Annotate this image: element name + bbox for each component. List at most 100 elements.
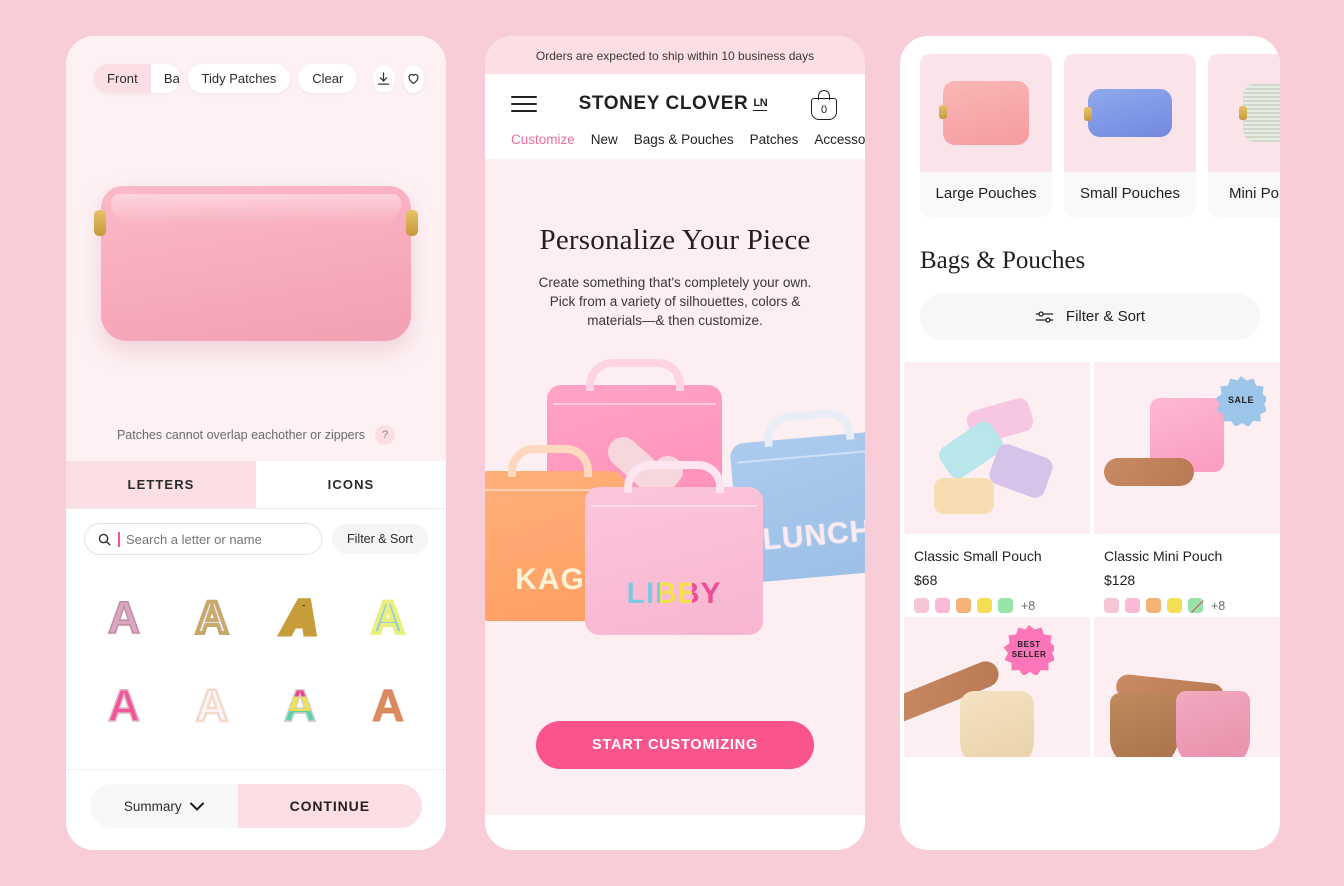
patch-item[interactable]: A [80,575,168,659]
search-box[interactable] [84,523,322,555]
customizer-phone: Front Back Tidy Patches Clear [66,36,446,850]
announcement-text: Orders are expected to ship within 10 bu… [535,49,815,63]
store-header: STONEY CLOVER LN 0 [485,74,865,130]
category-image [1208,54,1280,172]
view-front-button[interactable]: Front [94,64,151,93]
patch-letter: A [195,679,230,731]
color-swatch[interactable] [914,598,929,613]
more-colors-label[interactable]: +8 [1211,599,1225,613]
patch-filter-sort-button[interactable]: Filter & Sort [332,524,428,554]
category-card-small-pouches[interactable]: Small Pouches [1064,54,1196,217]
nav-item-new[interactable]: New [591,132,618,147]
patch-grid: A A A A A A A A [66,563,446,757]
start-customizing-button[interactable]: START CUSTOMIZING [535,721,815,769]
burger-line [511,96,537,99]
sliders-icon [1035,310,1054,323]
product-card[interactable]: SALE Classic Mini Pouch $128 +8 [1094,362,1280,613]
product-preview-area: Front Back Tidy Patches Clear [66,36,446,461]
catalog-phone: Large Pouches Small Pouches Mini Pouches… [900,36,1280,850]
category-label: Small Pouches [1079,185,1181,202]
nav-item-customize[interactable]: Customize [511,132,575,147]
pouch-illustration [934,478,994,514]
color-swatches: +8 [904,588,1090,613]
zipper-pull-right-icon [406,210,418,236]
overlap-warning-text: Patches cannot overlap eachother or zipp… [116,428,366,442]
bag-handle-icon [624,461,724,493]
pouch-illustration [986,441,1056,501]
color-swatch[interactable] [935,598,950,613]
patch-letter: A [371,679,405,731]
patch-letter: A [107,591,141,643]
tidy-patches-button[interactable]: Tidy Patches [187,64,291,93]
patch-item[interactable]: A [256,663,344,747]
color-swatch[interactable] [1146,598,1161,613]
color-swatch[interactable] [1125,598,1140,613]
hamburger-menu-icon[interactable] [511,96,537,112]
product-price: $68 [914,572,938,588]
patch-letter: A [370,591,406,643]
hero-artwork: LUNCH KAG LIBBY [485,359,865,689]
product-image [904,362,1090,534]
continue-button[interactable]: CONTINUE [237,784,422,828]
summary-button[interactable]: Summary [90,784,238,828]
product-card[interactable]: Classic Small Pouch $68 +8 [904,362,1090,613]
category-card-mini-pouches[interactable]: Mini Pouches [1208,54,1280,217]
patch-item[interactable]: A [168,663,256,747]
product-image: SALE [1094,362,1280,534]
patch-item[interactable]: A [168,575,256,659]
customizer-toolbar: Front Back Tidy Patches Clear [94,64,425,93]
color-swatch-unavailable[interactable] [1188,598,1203,613]
brand-logo[interactable]: STONEY CLOVER LN [579,93,768,115]
hero-bag-light-pink-text: LIBBY [585,577,763,611]
cart-count: 0 [820,104,828,116]
nav-item-patches[interactable]: Patches [750,132,799,147]
tab-icons[interactable]: ICONS [256,461,446,508]
patch-type-tabs: LETTERS ICONS [66,461,446,509]
bag-handle-icon [585,359,684,391]
color-swatches: +8 [1094,588,1280,613]
color-swatch[interactable] [1104,598,1119,613]
nav-item-bags-pouches[interactable]: Bags & Pouches [634,132,734,147]
patch-item[interactable]: A [344,575,432,659]
announcement-bar: Orders are expected to ship within 10 bu… [485,36,865,74]
clear-button[interactable]: Clear [298,64,358,93]
cart-button[interactable]: 0 [809,88,839,120]
search-input[interactable] [126,531,309,547]
tab-letters[interactable]: LETTERS [66,461,256,508]
bag-seam [591,505,757,507]
view-back-button[interactable]: Back [150,64,180,93]
hero-title: Personalize Your Piece [539,224,811,256]
color-swatch[interactable] [1167,598,1182,613]
color-swatch[interactable] [998,598,1013,613]
nav-item-accessories[interactable]: Accessories [814,132,865,147]
more-colors-label[interactable]: +8 [1021,599,1035,613]
bag-handle-icon [508,445,592,477]
pouch-preview[interactable] [66,186,446,341]
product-price: $128 [1104,572,1136,588]
brand-suffix: LN [753,96,768,111]
help-button[interactable]: ? [375,425,396,445]
patch-item[interactable]: A [344,663,432,747]
patch-item[interactable]: A [80,663,168,747]
category-carousel[interactable]: Large Pouches Small Pouches Mini Pouches [900,36,1280,225]
product-image [1094,617,1280,757]
color-swatch[interactable] [956,598,971,613]
download-button[interactable] [373,64,395,93]
product-card[interactable]: BEST SELLER [904,617,1090,757]
store-nav: Customize New Bags & Pouches Patches Acc… [485,130,865,159]
download-icon [378,72,390,85]
view-toggle-group: Front Back [94,64,180,93]
favorite-button[interactable] [402,64,425,93]
product-card[interactable] [1094,617,1280,757]
zipper-pull-left-icon [94,210,106,236]
hero-bag-light-pink: LIBBY [585,461,763,635]
pouch-thumbnail [1239,84,1280,142]
color-swatch[interactable] [977,598,992,613]
category-image [1064,54,1196,172]
filter-sort-button[interactable]: Filter & Sort [920,293,1260,340]
product-name: Classic Small Pouch [914,548,1042,564]
chevron-down-icon [189,802,204,811]
pouch-graphic [94,186,418,341]
category-card-large-pouches[interactable]: Large Pouches [920,54,1052,217]
patch-item[interactable]: A [256,575,344,659]
